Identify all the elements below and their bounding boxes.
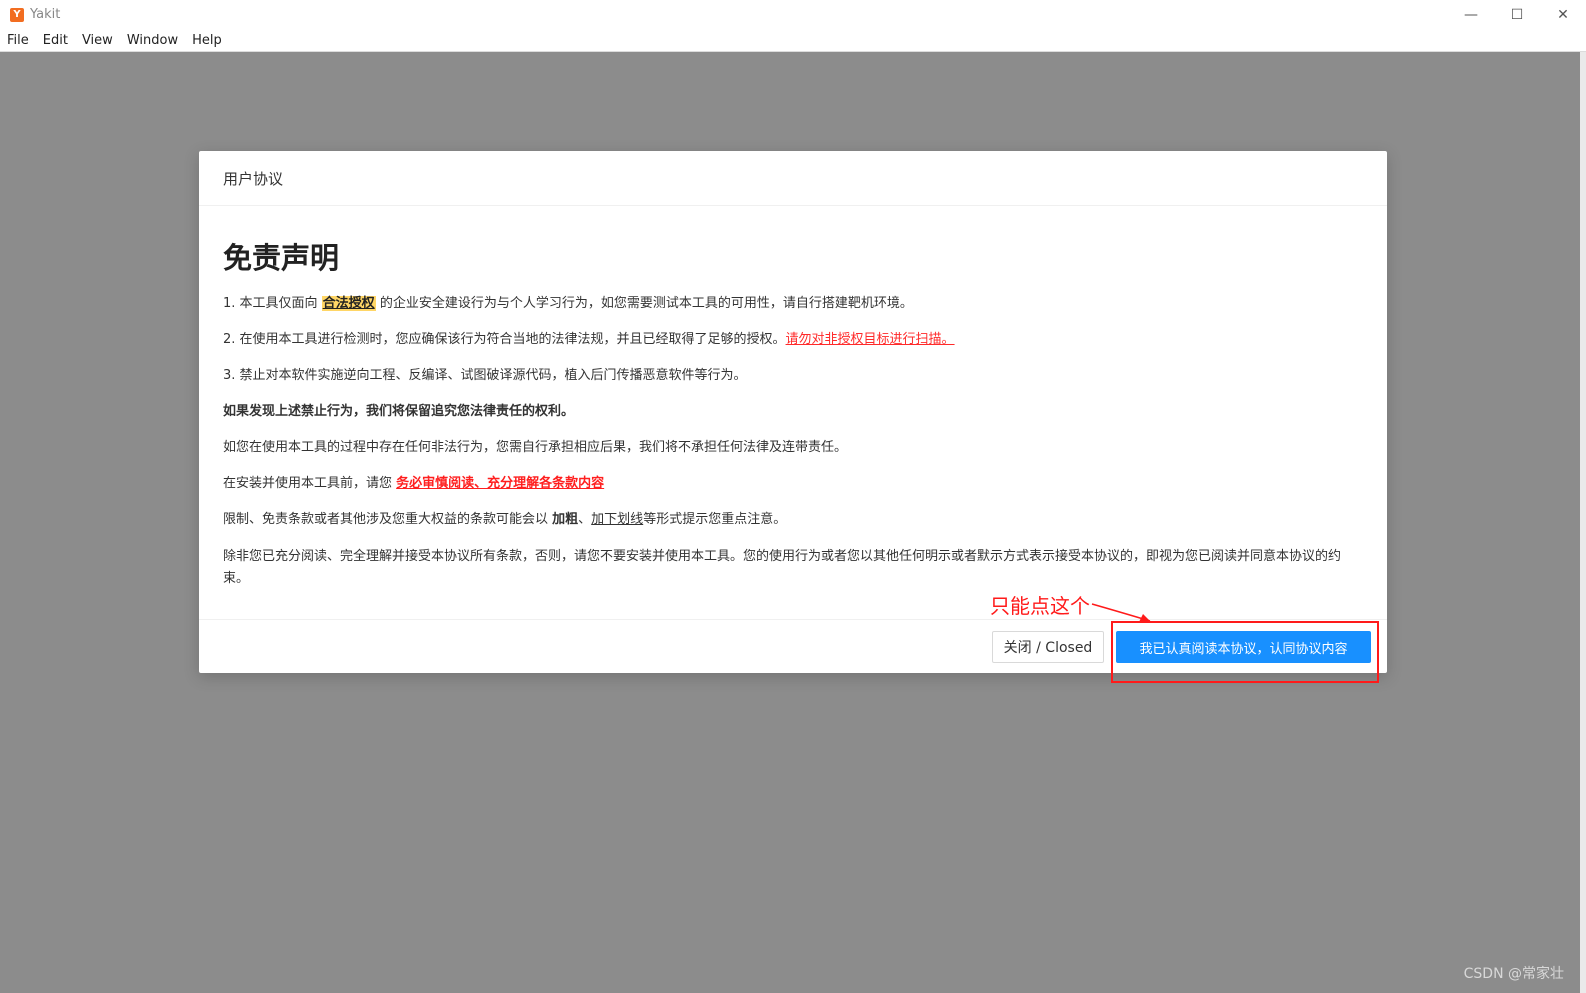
clause-2-warning-link: 请勿对非授权目标进行扫描。 xyxy=(785,332,955,347)
menu-file[interactable]: File xyxy=(0,33,36,48)
window-edge xyxy=(1580,52,1586,993)
minimize-icon[interactable]: — xyxy=(1448,0,1494,30)
close-button[interactable]: 关闭 / Closed xyxy=(992,631,1104,663)
emphasis-text-b: 等形式提示您重点注意。 xyxy=(643,512,787,527)
emphasis-notice: 限制、免责条款或者其他涉及您重大权益的条款可能会以 加粗、加下划线等形式提示您重… xyxy=(223,510,1363,530)
maximize-icon[interactable]: ☐ xyxy=(1494,0,1540,30)
clause-1-text-a: 1. 本工具仅面向 xyxy=(223,296,322,311)
clause-2: 2. 在使用本工具进行检测时，您应确保该行为符合当地的法律法规，并且已经取得了足… xyxy=(223,330,1363,350)
disclaimer-heading: 免责声明 xyxy=(223,241,340,275)
dialog-title: 用户协议 xyxy=(199,151,1387,206)
clause-1-highlight: 合法授权 xyxy=(321,296,376,311)
annotation-highlight-box xyxy=(1111,621,1379,683)
clause-3: 3. 禁止对本软件实施逆向工程、反编译、试图破译源代码，植入后门传播恶意软件等行… xyxy=(223,368,747,383)
read-carefully-emphasis: 务必审慎阅读、充分理解各条款内容 xyxy=(396,476,605,491)
emphasis-text-a: 限制、免责条款或者其他涉及您重大权益的条款可能会以 xyxy=(223,512,553,527)
clause-2-text: 2. 在使用本工具进行检测时，您应确保该行为符合当地的法律法规，并且已经取得了足… xyxy=(223,332,786,347)
dialog-body: 免责声明 1. 本工具仅面向 合法授权 的企业安全建设行为与个人学习行为，如您需… xyxy=(199,206,1387,590)
liability-notice: 如您在使用本工具的过程中存在任何非法行为，您需自行承担相应后果，我们将不承担任何… xyxy=(223,440,848,455)
watermark: CSDN @常家壮 xyxy=(1463,966,1564,982)
title-bar: Y Yakit — ☐ ✕ xyxy=(0,0,1586,30)
user-agreement-dialog: 用户协议 免责声明 1. 本工具仅面向 合法授权 的企业安全建设行为与个人学习行… xyxy=(199,151,1387,673)
menu-edit[interactable]: Edit xyxy=(36,33,75,48)
read-carefully-text: 在安装并使用本工具前，请您 xyxy=(223,476,397,491)
clause-1-text-b: 的企业安全建设行为与个人学习行为，如您需要测试本工具的可用性，请自行搭建靶机环境… xyxy=(375,296,913,311)
menu-view[interactable]: View xyxy=(75,33,120,48)
prohibition-warning: 如果发现上述禁止行为，我们将保留追究您法律责任的权利。 xyxy=(223,404,575,419)
menu-window[interactable]: Window xyxy=(120,33,185,48)
app-title: Yakit xyxy=(30,7,61,22)
annotation-label: 只能点这个 xyxy=(990,594,1090,618)
acceptance-notice: 除非您已充分阅读、完全理解并接受本协议所有条款，否则，请您不要安装并使用本工具。… xyxy=(223,549,1342,586)
close-window-icon[interactable]: ✕ xyxy=(1540,0,1586,30)
emphasis-bold: 加粗 xyxy=(552,512,579,527)
menu-help[interactable]: Help xyxy=(185,33,229,48)
emphasis-sep: 、 xyxy=(578,512,592,527)
yakit-logo-icon: Y xyxy=(10,8,24,22)
read-carefully-notice: 在安装并使用本工具前，请您 务必审慎阅读、充分理解各条款内容 xyxy=(223,474,1363,494)
menu-bar: File Edit View Window Help xyxy=(0,30,1586,52)
clause-1: 1. 本工具仅面向 合法授权 的企业安全建设行为与个人学习行为，如您需要测试本工… xyxy=(223,294,1363,314)
emphasis-underline: 加下划线 xyxy=(591,512,644,527)
